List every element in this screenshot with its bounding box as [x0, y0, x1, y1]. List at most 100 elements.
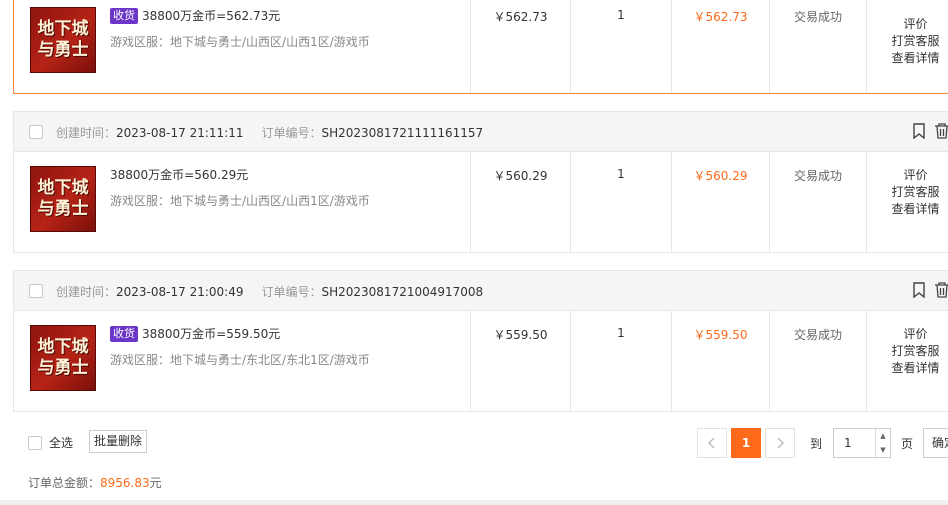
goods-title[interactable]: 38800万金币=559.50元 — [142, 327, 280, 341]
goods-title-line: 收货 38800万金币=562.73元 — [110, 7, 280, 24]
page-stepper[interactable]: ▲ ▼ — [875, 429, 890, 457]
page-number-value: 1 — [844, 436, 852, 450]
page-unit-label: 页 — [901, 437, 914, 451]
review-link[interactable]: 评价 — [867, 16, 948, 33]
total-cell: ￥560.29 — [672, 152, 770, 252]
order-card-3: 创建时间：2023-08-17 21:00:49 订单编号：SH202308172… — [13, 270, 948, 412]
tip-support-link[interactable]: 打赏客服 — [867, 33, 948, 50]
order-body: 地下城 与勇士 收货 38800万金币=562.73元 游戏区服：地下城与勇士/山… — [14, 0, 948, 93]
region-label: 游戏区服： — [110, 194, 171, 208]
created-time: 2023-08-17 21:00:49 — [116, 285, 244, 299]
order-header: 创建时间：2023-08-17 21:11:11 订单编号：SH202308172… — [14, 112, 948, 152]
prev-page-button[interactable] — [697, 428, 727, 458]
thumbnail-text-line1: 地下城 — [37, 178, 89, 198]
quantity: 1 — [617, 326, 625, 340]
game-thumbnail[interactable]: 地下城 与勇士 — [30, 325, 96, 391]
quantity-cell: 1 — [571, 311, 672, 411]
region-value: 地下城与勇士/山西区/山西1区/游戏币 — [170, 35, 370, 49]
receive-tag: 收货 — [110, 8, 138, 24]
order-total: ￥559.50 — [693, 328, 748, 342]
next-page-button[interactable] — [765, 428, 795, 458]
order-card-1: 地下城 与勇士 收货 38800万金币=562.73元 游戏区服：地下城与勇士/山… — [13, 0, 948, 94]
batch-delete-button[interactable]: 批量删除 — [89, 430, 148, 453]
select-all-checkbox[interactable] — [28, 435, 42, 450]
unit-price: ￥560.29 — [493, 169, 548, 183]
view-details-link[interactable]: 查看详情 — [867, 360, 948, 377]
goods-cell: 地下城 与勇士 收货 38800万金币=562.73元 游戏区服：地下城与勇士/山… — [14, 0, 471, 93]
status-cell: 交易成功 — [770, 152, 867, 252]
order-number: SH2023081721004917008 — [321, 285, 484, 299]
page-button-current[interactable]: 1 — [731, 428, 761, 458]
created-time: 2023-08-17 21:11:11 — [116, 126, 244, 140]
total-amount: 8956.83 — [100, 476, 150, 490]
bookmark-icon[interactable] — [912, 282, 926, 298]
order-header: 创建时间：2023-08-17 21:00:49 订单编号：SH202308172… — [14, 271, 948, 311]
chevron-right-icon — [777, 437, 784, 449]
goods-title-line: 38800万金币=560.29元 — [110, 166, 248, 183]
receive-tag: 收货 — [110, 326, 138, 342]
review-link[interactable]: 评价 — [867, 326, 948, 343]
status-cell: 交易成功 — [770, 311, 867, 411]
goto-label: 到 — [810, 437, 823, 451]
order-total: ￥560.29 — [693, 169, 748, 183]
page-number-input[interactable]: 1 ▲ ▼ — [833, 428, 891, 458]
select-all[interactable]: 全选 — [28, 434, 73, 451]
status-cell: 交易成功 — [770, 0, 867, 93]
order-status: 交易成功 — [793, 10, 842, 24]
order-checkbox[interactable] — [29, 125, 43, 139]
game-thumbnail[interactable]: 地下城 与勇士 — [30, 7, 96, 73]
unit-price: ￥562.73 — [493, 10, 548, 24]
goods-cell: 地下城 与勇士 38800万金币=560.29元 游戏区服：地下城与勇士/山西区… — [14, 152, 471, 252]
order-body: 地下城 与勇士 38800万金币=560.29元 游戏区服：地下城与勇士/山西区… — [14, 152, 948, 252]
trash-icon[interactable] — [934, 123, 948, 139]
ops-cell: 评价 打赏客服 查看详情 — [867, 152, 948, 252]
order-no-label: 订单编号： — [261, 285, 322, 299]
thumbnail-text-line2: 与勇士 — [37, 40, 89, 60]
chevron-left-icon — [708, 437, 715, 449]
quantity: 1 — [617, 167, 625, 181]
order-card-2: 创建时间：2023-08-17 21:11:11 订单编号：SH202308172… — [13, 111, 948, 253]
caret-up-icon[interactable]: ▲ — [876, 429, 890, 443]
unit-price: ￥559.50 — [493, 328, 548, 342]
price-cell: ￥560.29 — [471, 152, 571, 252]
view-details-link[interactable]: 查看详情 — [867, 201, 948, 218]
ops-cell: 评价 打赏客服 查看详情 — [867, 311, 948, 411]
region-value: 地下城与勇士/山西区/山西1区/游戏币 — [170, 194, 370, 208]
tip-support-link[interactable]: 打赏客服 — [867, 343, 948, 360]
bookmark-icon[interactable] — [912, 123, 926, 139]
quantity-cell: 1 — [571, 0, 672, 93]
quantity-cell: 1 — [571, 152, 672, 252]
order-body: 地下城 与勇士 收货 38800万金币=559.50元 游戏区服：地下城与勇士/东… — [14, 311, 948, 411]
region-label: 游戏区服： — [110, 353, 171, 367]
order-checkbox[interactable] — [29, 284, 43, 298]
order-no-label: 订单编号： — [261, 126, 322, 140]
created-label: 创建时间： — [56, 126, 117, 140]
caret-down-icon[interactable]: ▼ — [876, 443, 890, 457]
price-cell: ￥562.73 — [471, 0, 571, 93]
created-label: 创建时间： — [56, 285, 117, 299]
price-cell: ￥559.50 — [471, 311, 571, 411]
thumbnail-text-line1: 地下城 — [37, 19, 89, 39]
thumbnail-text-line1: 地下城 — [37, 337, 89, 357]
total-label: 订单总金额： — [28, 476, 101, 490]
order-total-summary: 订单总金额：8956.83元 — [28, 474, 162, 491]
total-unit: 元 — [149, 476, 162, 490]
review-link[interactable]: 评价 — [867, 167, 948, 184]
goods-title-line: 收货 38800万金币=559.50元 — [110, 325, 280, 342]
total-cell: ￥559.50 — [672, 311, 770, 411]
order-meta: 创建时间：2023-08-17 21:00:49 订单编号：SH202308172… — [56, 283, 483, 300]
trash-icon[interactable] — [934, 282, 948, 298]
region-line: 游戏区服：地下城与勇士/山西区/山西1区/游戏币 — [110, 192, 370, 209]
tip-support-link[interactable]: 打赏客服 — [867, 184, 948, 201]
region-line: 游戏区服：地下城与勇士/山西区/山西1区/游戏币 — [110, 33, 370, 50]
order-meta: 创建时间：2023-08-17 21:11:11 订单编号：SH202308172… — [56, 124, 483, 141]
goods-title[interactable]: 38800万金币=562.73元 — [142, 9, 280, 23]
quantity: 1 — [617, 8, 625, 22]
region-label: 游戏区服： — [110, 35, 171, 49]
order-status: 交易成功 — [793, 169, 842, 183]
game-thumbnail[interactable]: 地下城 与勇士 — [30, 166, 96, 232]
goods-title[interactable]: 38800万金币=560.29元 — [110, 168, 248, 182]
confirm-goto-button[interactable]: 确定 — [923, 428, 948, 458]
view-details-link[interactable]: 查看详情 — [867, 50, 948, 67]
order-number: SH2023081721111161157 — [321, 126, 484, 140]
